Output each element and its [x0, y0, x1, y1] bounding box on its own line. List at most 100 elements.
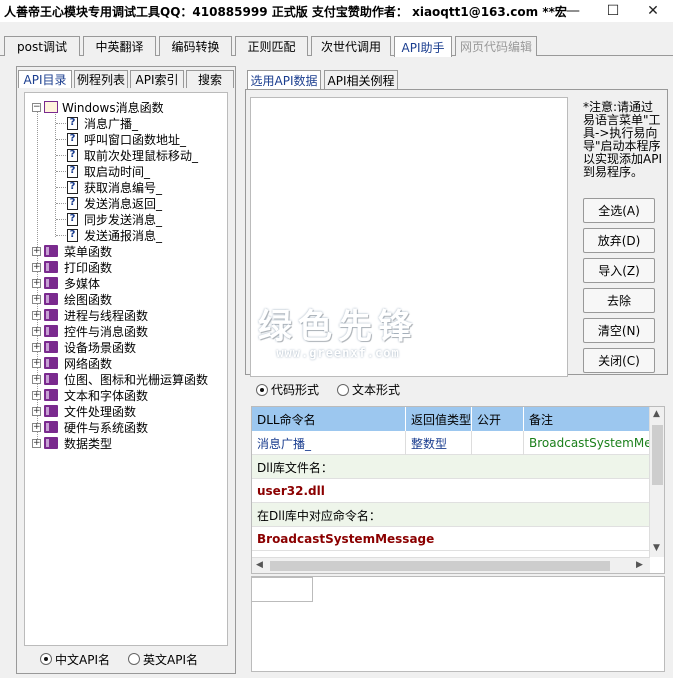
- minimize-icon[interactable]: —: [553, 0, 593, 22]
- tree-category[interactable]: + 设备场景函数: [32, 339, 136, 355]
- book-icon: [44, 277, 58, 289]
- collapse-icon[interactable]: −: [32, 102, 41, 112]
- tree-item[interactable]: ? 呼叫窗口函数地址_: [67, 131, 186, 147]
- tree-category-label: 文件处理函数: [64, 404, 137, 419]
- tree-item[interactable]: ? 消息广播_: [67, 115, 138, 131]
- tree-item[interactable]: ? 获取消息编号_: [67, 179, 162, 195]
- expand-icon[interactable]: +: [32, 342, 41, 352]
- tab-next-gen-call[interactable]: 次世代调用: [311, 36, 391, 56]
- tab-api-routines[interactable]: API相关例程: [324, 70, 398, 89]
- tab-encoding[interactable]: 编码转换: [159, 36, 232, 56]
- tab-routine-list[interactable]: 例程列表: [74, 70, 128, 88]
- tree-category[interactable]: + 多媒体: [32, 275, 100, 291]
- help-doc-icon: ?: [67, 212, 78, 226]
- code-output-area[interactable]: [251, 576, 665, 672]
- tree-category[interactable]: + 打印函数: [32, 259, 112, 275]
- tab-translate[interactable]: 中英翻译: [83, 36, 156, 56]
- tab-regex[interactable]: 正则匹配: [235, 36, 308, 56]
- expand-icon[interactable]: +: [32, 262, 41, 272]
- expand-icon[interactable]: +: [32, 422, 41, 432]
- radio-dot-checked[interactable]: [40, 653, 52, 665]
- tree-category[interactable]: + 位图、图标和光栅运算函数: [32, 371, 208, 387]
- help-doc-icon: ?: [67, 132, 78, 146]
- import-button[interactable]: 导入(Z): [583, 258, 655, 283]
- expand-icon[interactable]: +: [32, 406, 41, 416]
- maximize-icon[interactable]: ☐: [593, 0, 633, 22]
- tree-category[interactable]: + 菜单函数: [32, 243, 112, 259]
- tree-root-item[interactable]: − Windows消息函数: [32, 99, 164, 115]
- tree-item[interactable]: ? 发送通报消息_: [67, 227, 162, 243]
- help-doc-icon: ?: [67, 228, 78, 242]
- cell-remark[interactable]: BroadcastSystemMessage: [524, 431, 650, 455]
- tab-api-index[interactable]: API索引: [130, 70, 184, 88]
- tab-post-debug[interactable]: post调试: [4, 36, 80, 56]
- tab-selected-api-data[interactable]: 选用API数据: [247, 70, 321, 89]
- grid-header: DLL命令名 返回值类型 公开 备注: [252, 407, 650, 431]
- radio-text-form[interactable]: 文本形式: [337, 381, 400, 398]
- radio-label: 代码形式: [271, 383, 320, 397]
- grid-horizontal-scrollbar[interactable]: ◀ ▶: [252, 557, 650, 573]
- header-remark: 备注: [529, 412, 554, 427]
- tree-category[interactable]: + 进程与线程函数: [32, 307, 148, 323]
- scroll-down-icon[interactable]: ▼: [653, 543, 660, 553]
- select-all-button[interactable]: 全选(A): [583, 198, 655, 223]
- table-row[interactable]: 消息广播_ 整数型 BroadcastSystemMessage: [252, 431, 650, 455]
- scroll-thumb[interactable]: [270, 561, 610, 571]
- radio-chinese-api-name[interactable]: 中文API名: [40, 651, 110, 668]
- radio-label: 文本形式: [352, 383, 401, 397]
- tree-category[interactable]: + 控件与消息函数: [32, 323, 148, 339]
- api-tree[interactable]: − Windows消息函数 ? 消息广播_ ? 呼叫窗口函数地址_ ? 取前次处…: [24, 92, 228, 646]
- tree-item[interactable]: ? 同步发送消息_: [67, 211, 162, 227]
- book-icon: [44, 405, 58, 417]
- scroll-thumb[interactable]: [652, 425, 663, 485]
- cell-public[interactable]: [472, 431, 524, 455]
- expand-icon[interactable]: +: [32, 278, 41, 288]
- dll-command-value-row[interactable]: BroadcastSystemMessage: [252, 527, 650, 551]
- tree-item[interactable]: ? 取启动时间_: [67, 163, 150, 179]
- radio-dot[interactable]: [337, 383, 350, 396]
- expand-icon[interactable]: +: [32, 358, 41, 368]
- dll-command-grid[interactable]: DLL命令名 返回值类型 公开 备注 消息广播_ 整数型 BroadcastSy…: [251, 406, 665, 574]
- tree-item[interactable]: ? 发送消息返回_: [67, 195, 162, 211]
- scroll-right-icon[interactable]: ▶: [636, 560, 643, 570]
- expand-icon[interactable]: +: [32, 294, 41, 304]
- radio-code-form[interactable]: 代码形式: [256, 381, 319, 398]
- tree-category[interactable]: + 网络函数: [32, 355, 112, 371]
- book-icon: [44, 325, 58, 337]
- expand-icon[interactable]: +: [32, 390, 41, 400]
- remove-button[interactable]: 去除: [583, 288, 655, 313]
- close-button[interactable]: 关闭(C): [583, 348, 655, 373]
- grid-vertical-scrollbar[interactable]: ▲ ▼: [649, 407, 664, 557]
- tab-search[interactable]: 搜索: [186, 70, 234, 88]
- tab-api-directory[interactable]: API目录: [18, 70, 72, 88]
- output-cell[interactable]: [251, 577, 313, 602]
- tab-web-code-edit[interactable]: 网页代码编辑: [455, 36, 537, 56]
- tree-category[interactable]: + 数据类型: [32, 435, 112, 451]
- radio-english-api-name[interactable]: 英文API名: [128, 651, 198, 668]
- tree-item[interactable]: ? 取前次处理鼠标移动_: [67, 147, 198, 163]
- watermark-text: 绿色先锋: [258, 307, 418, 347]
- expand-icon[interactable]: +: [32, 438, 41, 448]
- tree-category[interactable]: + 硬件与系统函数: [32, 419, 148, 435]
- scroll-up-icon[interactable]: ▲: [653, 409, 660, 419]
- dll-file-value-row[interactable]: user32.dll: [252, 479, 650, 503]
- expand-icon[interactable]: +: [32, 374, 41, 384]
- radio-dot[interactable]: [128, 653, 140, 665]
- scroll-left-icon[interactable]: ◀: [256, 560, 263, 570]
- expand-icon[interactable]: +: [32, 246, 41, 256]
- dll-command-value[interactable]: BroadcastSystemMessage: [252, 527, 650, 551]
- discard-button[interactable]: 放弃(D): [583, 228, 655, 253]
- tree-category[interactable]: + 文本和字体函数: [32, 387, 148, 403]
- tree-category[interactable]: + 文件处理函数: [32, 403, 136, 419]
- dll-file-value[interactable]: user32.dll: [252, 479, 650, 503]
- radio-dot-checked[interactable]: [256, 383, 268, 396]
- tree-category[interactable]: + 绘图函数: [32, 291, 112, 307]
- cell-command-name[interactable]: 消息广播_: [252, 431, 406, 455]
- dll-file-label: Dll库文件名：: [257, 460, 333, 475]
- clear-button[interactable]: 清空(N): [583, 318, 655, 343]
- expand-icon[interactable]: +: [32, 326, 41, 336]
- close-icon[interactable]: ✕: [633, 0, 673, 22]
- expand-icon[interactable]: +: [32, 310, 41, 320]
- tab-api-helper[interactable]: API助手: [394, 36, 452, 57]
- cell-return-type[interactable]: 整数型: [406, 431, 472, 455]
